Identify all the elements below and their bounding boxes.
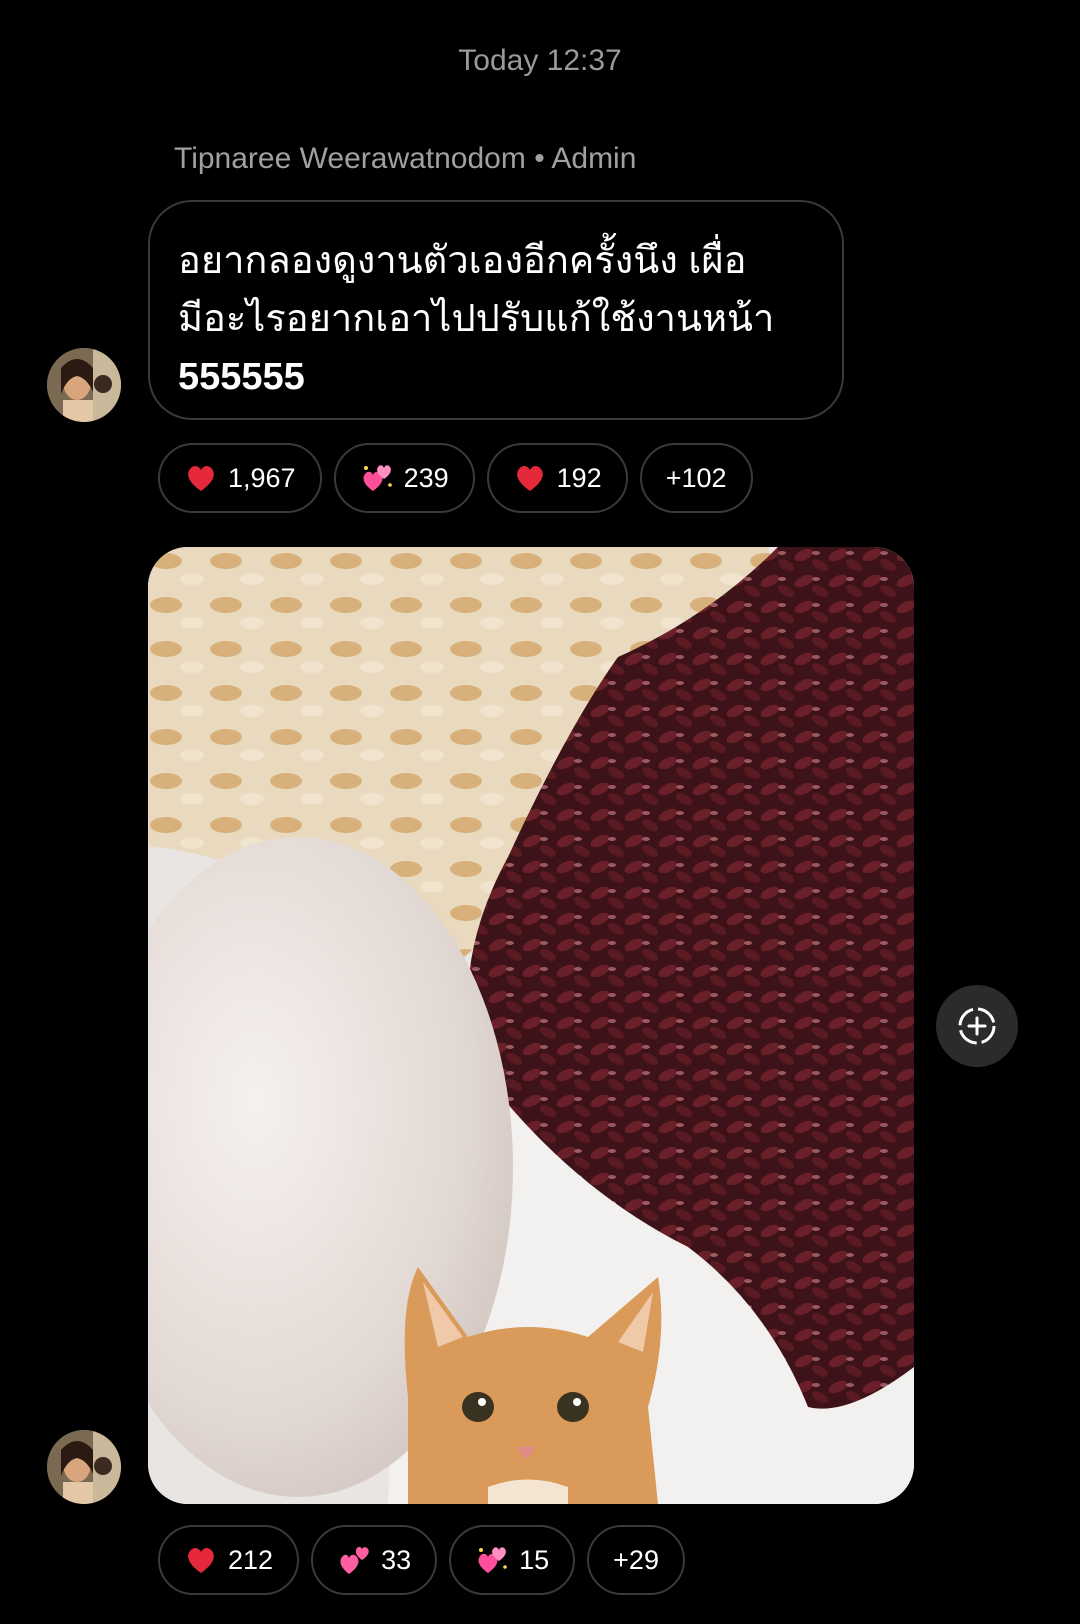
photo-image [148, 547, 914, 1504]
two-hearts-sparkle-icon [475, 1543, 509, 1577]
photo-reactions: 212 33 15 +29 [158, 1525, 685, 1595]
timestamp: Today 12:37 [458, 44, 622, 77]
red-heart-icon [184, 461, 218, 495]
reaction-chip[interactable]: 212 [158, 1525, 300, 1595]
reaction-chip[interactable]: 33 [311, 1525, 438, 1595]
reaction-count: 239 [403, 462, 449, 493]
more-reactions-chip[interactable]: +29 [587, 1525, 685, 1595]
message-reactions: 1,967 239 192 +102 [158, 443, 753, 513]
message-line: 555555 [178, 356, 305, 398]
message-bubble[interactable]: อยากลองดูงานตัวเองอีกครั้งนึง เผื่อ มีอะ… [148, 200, 844, 420]
red-heart-icon [184, 1543, 218, 1577]
reaction-chip[interactable]: 1,967 [158, 443, 322, 513]
red-heart-icon [513, 461, 547, 495]
message-line: มีอะไรอยากเอาไปปรับแก้ใช้งานหน้า [178, 298, 775, 340]
more-reactions-count: +29 [613, 1544, 659, 1575]
two-hearts-sparkle-icon [360, 461, 394, 495]
more-reactions-count: +102 [665, 462, 727, 493]
reaction-count: 15 [519, 1544, 550, 1575]
reaction-chip[interactable]: 192 [486, 443, 628, 513]
sender-name: Tipnaree Weerawatnodom • Admin [174, 142, 637, 175]
add-button[interactable] [936, 985, 1018, 1067]
reaction-count: 192 [556, 462, 602, 493]
message-line: อยากลองดูงานตัวเองอีกครั้งนึง เผื่อ [178, 240, 747, 282]
photo-attachment[interactable] [148, 547, 914, 1504]
reaction-chip[interactable]: 15 [449, 1525, 576, 1595]
reaction-count: 1,967 [228, 462, 296, 493]
reaction-count: 212 [228, 1544, 274, 1575]
two-hearts-icon [337, 1543, 371, 1577]
add-circle-icon [958, 1007, 996, 1045]
avatar[interactable] [47, 348, 121, 422]
avatar[interactable] [47, 1430, 121, 1504]
reaction-chip[interactable]: 239 [333, 443, 475, 513]
more-reactions-chip[interactable]: +102 [639, 443, 753, 513]
reaction-count: 33 [381, 1544, 412, 1575]
